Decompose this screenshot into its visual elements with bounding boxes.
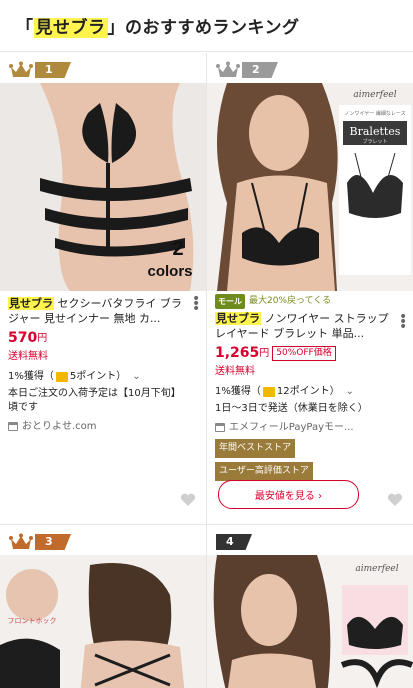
price: 1,265 円 50%OFF価格 [215, 346, 393, 361]
rank-number: 3 [35, 534, 71, 550]
crown-icon [216, 61, 240, 77]
svg-text:ノンワイヤー 繊細なレース: ノンワイヤー 繊細なレース [344, 110, 405, 117]
favorite-heart-icon[interactable] [180, 493, 196, 507]
brand-logo: aimerfeel [353, 90, 396, 100]
lowest-price-button[interactable]: 最安値を見る › [218, 480, 359, 509]
keyword-tag: 見せブラ [215, 312, 261, 325]
page-title: 「見せブラ 」のおすすめランキング [16, 18, 300, 38]
rank-number: 1 [35, 62, 71, 78]
image-caption: フロントホック [8, 617, 57, 625]
rank-badge: 2 [216, 61, 278, 79]
gift-icon [55, 371, 68, 382]
product-name[interactable]: 見せブラ セクシーバタフライ ブラジャー 見せインナー 無地 カ... [8, 296, 186, 326]
image-caption-number: 2 [172, 238, 183, 260]
shipping-label: 送料無料 [8, 351, 48, 362]
product-image[interactable]: aimerfeel ノンワイヤー 繊細なレース Bralettes ブラレット [207, 83, 413, 291]
product-image[interactable]: フロントホック [0, 555, 206, 688]
image-caption-colors: colors [147, 263, 192, 280]
gift-icon [262, 386, 275, 397]
mall-campaign: モール 最大20%戻ってくる [215, 294, 393, 309]
delivery-info: 1日〜3日で発送（休業日を除く） [215, 403, 368, 414]
rank-badge: 1 [9, 61, 71, 79]
more-options-icon[interactable]: • • • [192, 292, 200, 316]
svg-text:ブラレット: ブラレット [362, 138, 387, 145]
price: 570 円 [8, 330, 48, 346]
rank-number: 4 [216, 534, 252, 550]
store-icon [215, 423, 225, 432]
brand-logo: aimerfeel [355, 564, 398, 574]
shipping-label: 送料無料 [215, 366, 255, 377]
favorite-heart-icon[interactable] [387, 493, 403, 507]
more-options-icon[interactable]: • • • [399, 310, 407, 334]
title-keyword: 見せブラ [33, 18, 108, 38]
points-info[interactable]: 1%獲得（ 5ポイント） ⌄ [8, 369, 186, 384]
product-image[interactable]: 2 colors [0, 83, 206, 291]
store-award-badge: 年間ベストストア [215, 439, 296, 458]
keyword-tag: 見せブラ [8, 297, 54, 310]
rank-badge: 3 [9, 533, 71, 551]
crown-icon [9, 533, 33, 549]
points-info[interactable]: 1%獲得（ 12ポイント） ⌄ [215, 384, 393, 399]
mall-badge: モール [215, 294, 245, 309]
store-icon [8, 422, 18, 431]
store-link[interactable]: おとりよせ.com [8, 419, 186, 434]
image-title: Bralettes [350, 125, 401, 138]
page-header: 「見せブラ 」のおすすめランキング [0, 0, 413, 52]
crown-icon [9, 61, 33, 77]
delivery-info: 本日ご注文の入荷予定は【10月下旬】頃です [8, 388, 181, 413]
product-name[interactable]: 見せブラ ノンワイヤー ストラップレイヤード ブラレット 単品... [215, 311, 393, 341]
store-rating-badge: ユーザー高評価ストア [215, 462, 313, 481]
rank-badge: 4 [216, 533, 252, 551]
store-link[interactable]: エメフィールPayPayモー... [215, 420, 393, 435]
product-image[interactable]: aimerfeel [207, 555, 413, 688]
chevron-down-icon: ⌄ [345, 386, 354, 397]
discount-badge: 50%OFF価格 [272, 346, 336, 361]
row-divider [0, 524, 413, 525]
chevron-down-icon: ⌄ [132, 371, 141, 382]
rank-number: 2 [242, 62, 278, 78]
